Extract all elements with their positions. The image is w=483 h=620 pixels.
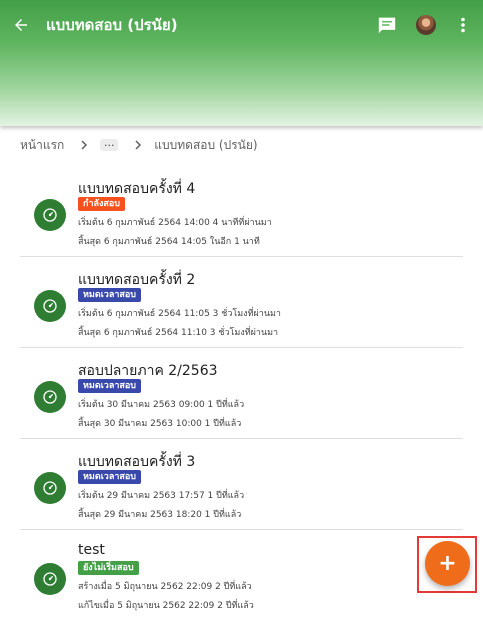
modified-time: แก้ไขเมื่อ 5 มิถุนายน 2562 22:09 2 ปีที่…	[78, 601, 254, 611]
speedometer-icon	[34, 381, 66, 413]
start-time: เริ่มต้น 30 มีนาคม 2563 09:00 1 ปีที่แล้…	[78, 400, 245, 410]
app-bar: แบบทดสอบ (ปรนัย)	[0, 0, 483, 126]
speedometer-icon	[34, 472, 66, 504]
status-badge: หมดเวลาสอบ	[78, 379, 142, 393]
breadcrumb-ellipsis[interactable]: ...	[100, 137, 119, 151]
speedometer-icon	[34, 290, 66, 322]
speedometer-icon	[34, 199, 66, 231]
end-time: สิ้นสุด 29 มีนาคม 2563 18:20 1 ปีที่แล้ว	[78, 510, 242, 520]
exam-list: แบบทดสอบครั้งที่ 4 กำลังสอบ เริ่มต้น 6 ก…	[20, 166, 463, 620]
end-time: สิ้นสุด 30 มีนาคม 2563 10:00 1 ปีที่แล้ว	[78, 419, 242, 429]
list-item[interactable]: แบบทดสอบครั้งที่ 2 หมดเวลาสอบ เริ่มต้น 6…	[20, 257, 463, 348]
end-time: สิ้นสุด 6 กุมภาพันธ์ 2564 11:10 3 ชั่วโม…	[78, 328, 279, 338]
end-time: สิ้นสุด 6 กุมภาพันธ์ 2564 14:05 ในอีก 1 …	[78, 237, 260, 247]
chevron-right-icon	[80, 140, 88, 150]
speedometer-icon	[34, 563, 66, 595]
plus-icon: +	[438, 550, 457, 576]
breadcrumb-home[interactable]: หน้าแรก	[20, 136, 64, 155]
chevron-right-icon	[134, 140, 142, 150]
status-badge: หมดเวลาสอบ	[78, 288, 142, 302]
status-badge: ยังไม่เริ่มสอบ	[78, 561, 139, 575]
status-badge: หมดเวลาสอบ	[78, 470, 142, 484]
created-time: สร้างเมื่อ 5 มิถุนายน 2562 22:09 2 ปีที่…	[78, 582, 252, 592]
more-vert-icon[interactable]	[452, 14, 474, 36]
add-button[interactable]: +	[425, 541, 470, 586]
list-item[interactable]: สอบปลายภาค 2/2563 หมดเวลาสอบ เริ่มต้น 30…	[20, 348, 463, 439]
list-item[interactable]: แบบทดสอบครั้งที่ 4 กำลังสอบ เริ่มต้น 6 ก…	[20, 166, 463, 257]
list-item[interactable]: แบบทดสอบครั้งที่ 3 หมดเวลาสอบ เริ่มต้น 2…	[20, 439, 463, 530]
breadcrumb: หน้าแรก ... แบบทดสอบ (ปรนัย)	[20, 136, 258, 154]
list-item[interactable]: test ยังไม่เริ่มสอบ สร้างเมื่อ 5 มิถุนาย…	[20, 530, 463, 620]
avatar[interactable]	[416, 15, 436, 35]
start-time: เริ่มต้น 29 มีนาคม 2563 17:57 1 ปีที่แล้…	[78, 491, 245, 501]
start-time: เริ่มต้น 6 กุมภาพันธ์ 2564 14:00 4 นาทีท…	[78, 218, 272, 228]
breadcrumb-current: แบบทดสอบ (ปรนัย)	[154, 137, 258, 152]
start-time: เริ่มต้น 6 กุมภาพันธ์ 2564 11:05 3 ชั่วโ…	[78, 309, 281, 319]
page-title: แบบทดสอบ (ปรนัย)	[46, 16, 178, 34]
arrow-left-icon[interactable]	[10, 14, 32, 36]
status-badge: กำลังสอบ	[78, 197, 126, 211]
exam-name: test	[78, 542, 105, 558]
chat-icon[interactable]	[376, 15, 398, 35]
